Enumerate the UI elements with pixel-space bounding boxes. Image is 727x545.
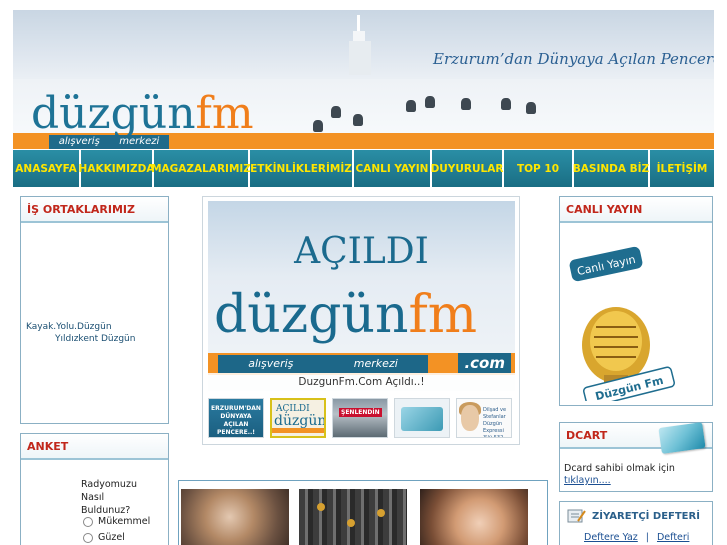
skier-figure (406, 100, 416, 112)
nav-item-stores[interactable]: MAGAZALARIMIZ (151, 150, 251, 187)
partners-panel: İŞ ORTAKLARIMIZ Kayak.Yolu.Düzgün Yıldız… (20, 196, 169, 424)
card-image (401, 407, 443, 431)
skier-figure (353, 114, 363, 126)
skier-figure (425, 96, 435, 108)
partners-title: İŞ ORTAKLARIMIZ (21, 197, 168, 223)
radio-button[interactable] (83, 532, 93, 543)
read-guestbook-link[interactable]: Defteri (657, 532, 689, 543)
dcart-panel: DCART Dcard sahibi olmak için tıklayın..… (559, 422, 713, 492)
partner-link[interactable]: Yıldızkent Düzgün (26, 333, 135, 345)
nav-item-home[interactable]: ANASAYFA (13, 150, 81, 187)
guestbook-panel: ZİYARETÇİ DEFTERİ Deftere Yaz | Defteri (559, 501, 713, 545)
thumbnail-logo-left: düzgün (274, 413, 326, 429)
live-broadcast-panel: CANLI YAYIN Canlı Yayın Düzgün Fm (559, 196, 713, 406)
nav-item-live[interactable]: CANLI YAYIN (354, 150, 432, 187)
thumbnail-text: Dilşad ve Stefanlar Düzgün Expressi 3'lü… (483, 407, 507, 438)
nav-item-announcements[interactable]: DUYURULAR (431, 150, 504, 187)
photo-listener[interactable] (420, 489, 528, 545)
thumbnail[interactable] (394, 398, 450, 438)
photo-mixer[interactable] (299, 489, 407, 545)
poll-option-label: Güzel (98, 532, 125, 543)
logo-subtitle: alışveriş merkezi (49, 135, 169, 149)
site-slogan: Erzurum’dan Dünyaya Açılan Pencere (433, 50, 714, 68)
logo-text-right: fm (195, 88, 254, 139)
guestbook-header: ZİYARETÇİ DEFTERİ (566, 508, 700, 524)
photo-singer[interactable] (181, 489, 289, 545)
poll-option[interactable]: Güzel (83, 532, 125, 543)
slide-caption: DuzgunFm.Com Açıldı..! (208, 373, 515, 391)
skier-figure (331, 106, 341, 118)
nav-item-about[interactable]: HAKKIMIZDA (79, 150, 154, 187)
thumbnail[interactable]: Dilşad ve Stefanlar Düzgün Expressi 3'lü… (456, 398, 512, 438)
nav-item-press[interactable]: BASINDA BİZ (573, 150, 650, 187)
logo-text-left: düzgün (31, 88, 196, 139)
dcart-text: Dcard sahibi olmak için tıklayın.... (564, 463, 675, 487)
slide-domain: .com (458, 353, 511, 373)
mixer-knob (317, 503, 325, 511)
slide-logo-left: düzgün (214, 285, 409, 345)
dcart-link[interactable]: tıklayın.... (564, 475, 675, 487)
logo-sub-2: merkezi (119, 136, 160, 147)
site-header: Erzurum’dan Dünyaya Açılan Pencere düzgü… (13, 10, 714, 149)
slide-logo: düzgünfm (214, 289, 477, 341)
nav-item-top10[interactable]: TOP 10 (504, 150, 574, 187)
photo-strip (178, 480, 548, 545)
skier-figure (501, 98, 511, 110)
poll-option-label: Mükemmel (98, 516, 151, 527)
thumbnail-bar (272, 428, 324, 433)
thumbnail-text: ERZURUM'DAN DÜNYAYA AÇILAN PENCERE..! (211, 405, 261, 436)
notebook-icon (567, 509, 586, 523)
portrait-face (461, 405, 479, 431)
slideshow: AÇILDI düzgünfm alışveriş merkezi .com D… (202, 196, 520, 445)
site-logo[interactable]: düzgünfm (31, 92, 254, 136)
poll-panel: ANKET Radyomuzu Nasıl Buldunuz? Mükemmel… (20, 433, 169, 545)
skier-figure (461, 98, 471, 110)
live-title: CANLI YAYIN (560, 197, 712, 223)
slide-sub-2: merkezi (353, 357, 398, 370)
guestbook-links: Deftere Yaz | Defteri (584, 532, 689, 543)
skier-figure (313, 120, 323, 132)
mixer-knob (377, 509, 385, 517)
mixer-knob (347, 519, 355, 527)
slideshow-main-image[interactable]: AÇILDI düzgünfm alışveriş merkezi .com (208, 201, 515, 391)
skier-figure (526, 102, 536, 114)
guestbook-title: ZİYARETÇİ DEFTERİ (592, 510, 700, 522)
dcard-image (658, 422, 706, 454)
write-guestbook-link[interactable]: Deftere Yaz (584, 532, 638, 543)
logo-sub-1: alışveriş (58, 136, 100, 147)
nav-item-events[interactable]: ETKİNLİKLERİMİZ (250, 150, 354, 187)
radio-button[interactable] (83, 516, 93, 527)
slideshow-thumbnails: ERZURUM'DAN DÜNYAYA AÇILAN PENCERE..! AÇ… (208, 398, 515, 440)
poll-option[interactable]: Mükemmel (83, 516, 150, 527)
slide-logo-right: fm (408, 285, 478, 345)
main-navigation: ANASAYFA HAKKIMIZDA MAGAZALARIMIZ ETKİNL… (13, 150, 714, 187)
nav-item-contact[interactable]: İLETİŞİM (650, 150, 714, 187)
radio-tower-image (349, 15, 371, 75)
thumbnail-label: ŞENLENDİN (339, 408, 382, 417)
microphone-icon[interactable]: Canlı Yayın Düzgün Fm (564, 237, 676, 401)
thumbnail[interactable]: ERZURUM'DAN DÜNYAYA AÇILAN PENCERE..! (208, 398, 264, 438)
poll-question: Radyomuzu Nasıl Buldunuz? (81, 479, 137, 516)
partner-link[interactable]: Kayak.Yolu.Düzgün (26, 321, 135, 333)
partners-links: Kayak.Yolu.Düzgün Yıldızkent Düzgün (26, 321, 135, 345)
dcart-description: Dcard sahibi olmak için (564, 463, 675, 474)
poll-title: ANKET (21, 434, 168, 460)
slide-logo-subtitle: alışveriş merkezi (218, 355, 428, 373)
slide-sub-1: alışveriş (248, 357, 294, 370)
slide-headline: AÇILDI (294, 231, 429, 272)
link-separator: | (645, 532, 649, 543)
thumbnail-active[interactable]: AÇILDI düzgünfm (270, 398, 326, 438)
thumbnail[interactable]: ŞENLENDİN (332, 398, 388, 438)
thumbnail-logo: düzgünfm (274, 413, 326, 429)
